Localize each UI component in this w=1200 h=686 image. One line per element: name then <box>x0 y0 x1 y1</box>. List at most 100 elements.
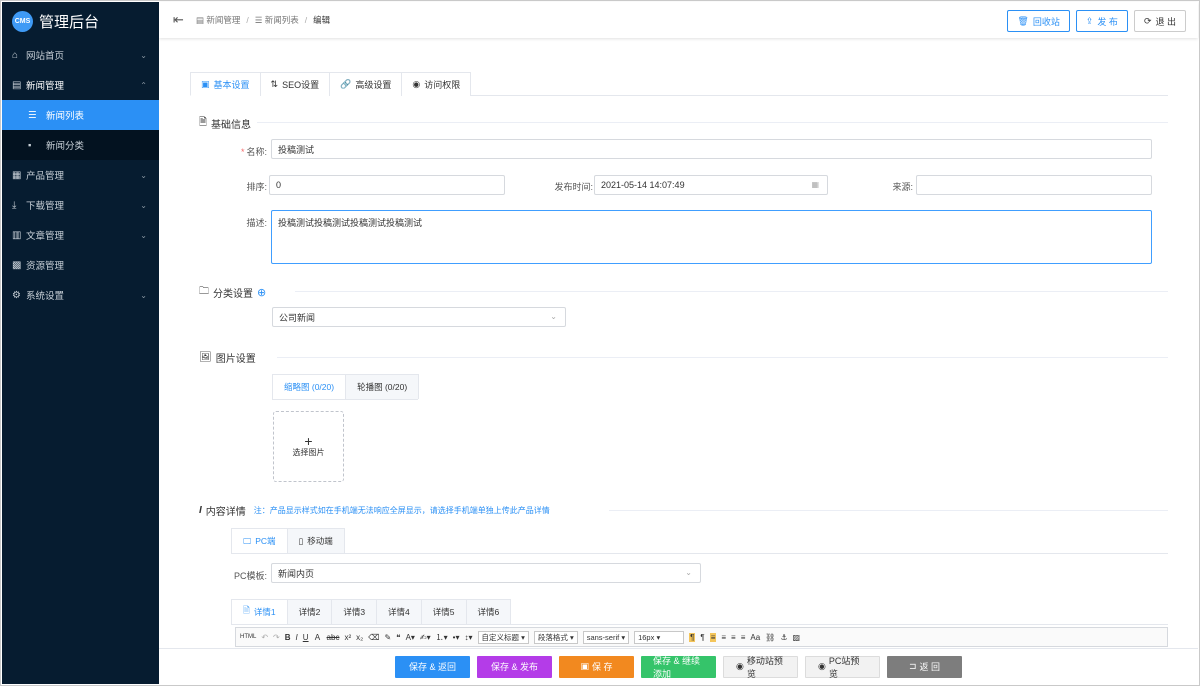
sidebar-subitem-label: 新闻分类 <box>46 141 85 152</box>
logout-button[interactable]: ⟳ 退 出 <box>1133 10 1186 32</box>
font-color-icon[interactable]: A▾ <box>406 633 415 642</box>
redo-icon[interactable]: ↷ <box>273 633 280 642</box>
sidebar-item-home[interactable]: ⌂ 网站首页 ⌄ <box>2 40 159 70</box>
resource-icon: ▩ <box>12 259 22 271</box>
publish-time-input[interactable]: 2021-05-14 14:07:49 ▦ <box>594 175 828 195</box>
tab-detail-1[interactable]: 🗎 详情1 <box>231 599 288 624</box>
tab-seo[interactable]: ⇅ SEO设置 <box>259 72 331 96</box>
mobile-preview-button[interactable]: ◉ 移动站预览 <box>723 655 798 679</box>
eye-icon: ◉ <box>412 79 421 89</box>
breadcrumb-level1[interactable]: 新闻管理 <box>206 14 240 26</box>
tab-pc[interactable]: 🖵 PC端 <box>231 528 288 553</box>
folder-icon: 🗀 <box>199 286 209 297</box>
undo-icon[interactable]: ↶ <box>261 633 268 642</box>
custom-heading-select[interactable]: 自定义标题 ▾ <box>477 630 529 644</box>
eye-icon: ◉ <box>818 661 826 671</box>
rtl-icon[interactable]: ¶ <box>700 633 704 642</box>
pc-preview-button[interactable]: ◉ PC站预览 <box>805 655 880 679</box>
ltr-icon[interactable]: ¶ <box>689 632 696 642</box>
tab-detail-3[interactable]: 详情3 <box>331 599 378 624</box>
bold-icon[interactable]: B <box>285 633 291 642</box>
sidebar: CMS 管理后台 ⌂ 网站首页 ⌄ ▤ 新闻管理 ⌃ ☰ 新闻列表 ▪ 新闻分类… <box>2 2 159 684</box>
back-button[interactable]: ⊐ 返 回 <box>887 655 962 678</box>
sidebar-item-downloads[interactable]: ⤓ 下载管理 ⌄ <box>2 190 159 220</box>
align-left-icon[interactable]: ≡ <box>709 632 717 642</box>
save-button[interactable]: ▣ 保 存 <box>559 655 634 678</box>
menu-collapse-icon[interactable]: ⇤ <box>173 12 184 28</box>
font-family-select[interactable]: sans-serif ▾ <box>582 630 630 644</box>
quote-icon[interactable]: ❝ <box>396 633 400 642</box>
form-icon: ▣ <box>201 78 210 89</box>
subscript-icon[interactable]: x₂ <box>356 633 363 642</box>
tab-detail-5[interactable]: 详情5 <box>420 599 467 624</box>
format-brush-icon[interactable]: ✎ <box>385 633 392 642</box>
highlight-icon[interactable]: ✍▾ <box>420 633 431 642</box>
save-continue-button[interactable]: 保存 & 继续添加 <box>641 655 716 679</box>
template-select[interactable]: 新闻内页 ⌄ <box>271 563 701 583</box>
paragraph-format-select[interactable]: 段落格式 ▾ <box>533 630 578 644</box>
tab-basic[interactable]: ▣ 基本设置 <box>190 72 261 96</box>
align-center-icon[interactable]: ≡ <box>721 633 726 642</box>
link-icon[interactable]: ⛓ <box>765 633 775 642</box>
sidebar-subitem-label: 新闻列表 <box>46 111 85 122</box>
sidebar-subitem-news-category[interactable]: ▪ 新闻分类 <box>2 130 159 160</box>
download-icon: ⤓ <box>12 199 17 211</box>
ordered-list-icon[interactable]: ⒈▾ <box>436 632 448 643</box>
align-justify-icon[interactable]: ≡ <box>741 633 746 642</box>
save-publish-button[interactable]: 保存 & 发布 <box>477 655 552 678</box>
content-note: 注：产品显示样式如在手机端无法响应全屏显示，请选择手机端单独上传此产品详情 <box>253 506 550 515</box>
italic-icon[interactable]: I <box>296 633 298 642</box>
tab-mobile[interactable]: ▯ 移动端 <box>286 528 345 553</box>
tab-detail-6[interactable]: 详情6 <box>465 599 512 624</box>
tab-thumbnail[interactable]: 缩略图 (0/20) <box>272 374 347 399</box>
uppercase-icon[interactable]: Aa <box>750 633 760 642</box>
image-upload[interactable]: + 选择图片 <box>273 411 344 482</box>
breadcrumb: ▤ 新闻管理 / ☰ 新闻列表 / 编辑 <box>196 14 330 26</box>
tab-label: 移动端 <box>307 536 333 546</box>
line-height-icon[interactable]: ↕▾ <box>464 633 472 642</box>
tab-advanced[interactable]: 🔗 高级设置 <box>329 72 403 96</box>
calendar-icon[interactable]: ▦ <box>811 180 819 189</box>
unordered-list-icon[interactable]: •▾ <box>453 633 460 642</box>
sort-input[interactable]: 0 <box>269 175 505 195</box>
tab-access[interactable]: ◉ 访问权限 <box>401 72 472 96</box>
chevron-down-icon: ⌄ <box>140 50 147 60</box>
image-insert-icon[interactable]: ▨ <box>793 633 801 642</box>
upload-label: 选择图片 <box>292 448 325 457</box>
source-input[interactable] <box>916 175 1152 195</box>
html-source-icon[interactable]: HTML <box>240 634 256 640</box>
chevron-down-icon: ⌄ <box>140 170 147 180</box>
sidebar-item-news[interactable]: ▤ 新闻管理 ⌃ <box>2 70 159 100</box>
underline-icon[interactable]: U <box>303 633 309 642</box>
save-return-button[interactable]: 保存 & 返回 <box>395 655 470 678</box>
eraser-icon[interactable]: ⌫ <box>368 633 379 642</box>
add-category-icon[interactable]: ⊕ <box>257 286 266 299</box>
sidebar-item-articles[interactable]: ▥ 文章管理 ⌄ <box>2 220 159 250</box>
sidebar-item-products[interactable]: ▦ 产品管理 ⌄ <box>2 160 159 190</box>
tab-carousel[interactable]: 轮播图 (0/20) <box>345 374 420 399</box>
publish-button[interactable]: ⇪ 发 布 <box>1075 10 1128 32</box>
align-right-icon[interactable]: ≡ <box>731 633 736 642</box>
logo[interactable]: CMS 管理后台 <box>2 2 159 40</box>
breadcrumb-level2[interactable]: 新闻列表 <box>265 14 299 26</box>
top-bar: ⇤ ▤ 新闻管理 / ☰ 新闻列表 / 编辑 🗑 回收站 ⇪ 发 布 ⟳ 退 出 <box>159 2 1198 38</box>
sidebar-subitem-news-list[interactable]: ☰ 新闻列表 <box>2 100 159 130</box>
description-textarea[interactable]: 投稿测试投稿测试投稿测试投稿测试 <box>271 210 1152 264</box>
category-select[interactable]: 公司新闻 ⌄ <box>272 307 566 327</box>
strikethrough-icon[interactable]: abc <box>327 633 340 642</box>
font-border-icon[interactable]: Ａ <box>314 632 322 643</box>
sidebar-item-settings[interactable]: ⚙ 系统设置 ⌄ <box>2 280 159 310</box>
back-label: 返 回 <box>919 662 941 672</box>
superscript-icon[interactable]: x² <box>344 633 351 642</box>
tab-detail-4[interactable]: 详情4 <box>376 599 422 624</box>
sort-label: 排序: <box>246 182 267 192</box>
sidebar-item-resources[interactable]: ▩ 资源管理 <box>2 250 159 280</box>
main-content: ▣ 基本设置 ⇅ SEO设置 🔗 高级设置 ◉ 访问权限 🗎 基础信息 * 名称:… <box>159 42 1198 648</box>
name-input[interactable]: 投稿测试 <box>271 139 1152 159</box>
recycle-bin-button[interactable]: 🗑 回收站 <box>1007 10 1070 32</box>
monitor-icon: 🖵 <box>243 535 252 546</box>
publish-time-label: 发布时间: <box>554 182 593 192</box>
anchor-icon[interactable]: ⚓ <box>780 633 787 642</box>
font-size-select[interactable]: 16px ▾ <box>634 630 685 644</box>
tab-detail-2[interactable]: 详情2 <box>286 599 333 624</box>
